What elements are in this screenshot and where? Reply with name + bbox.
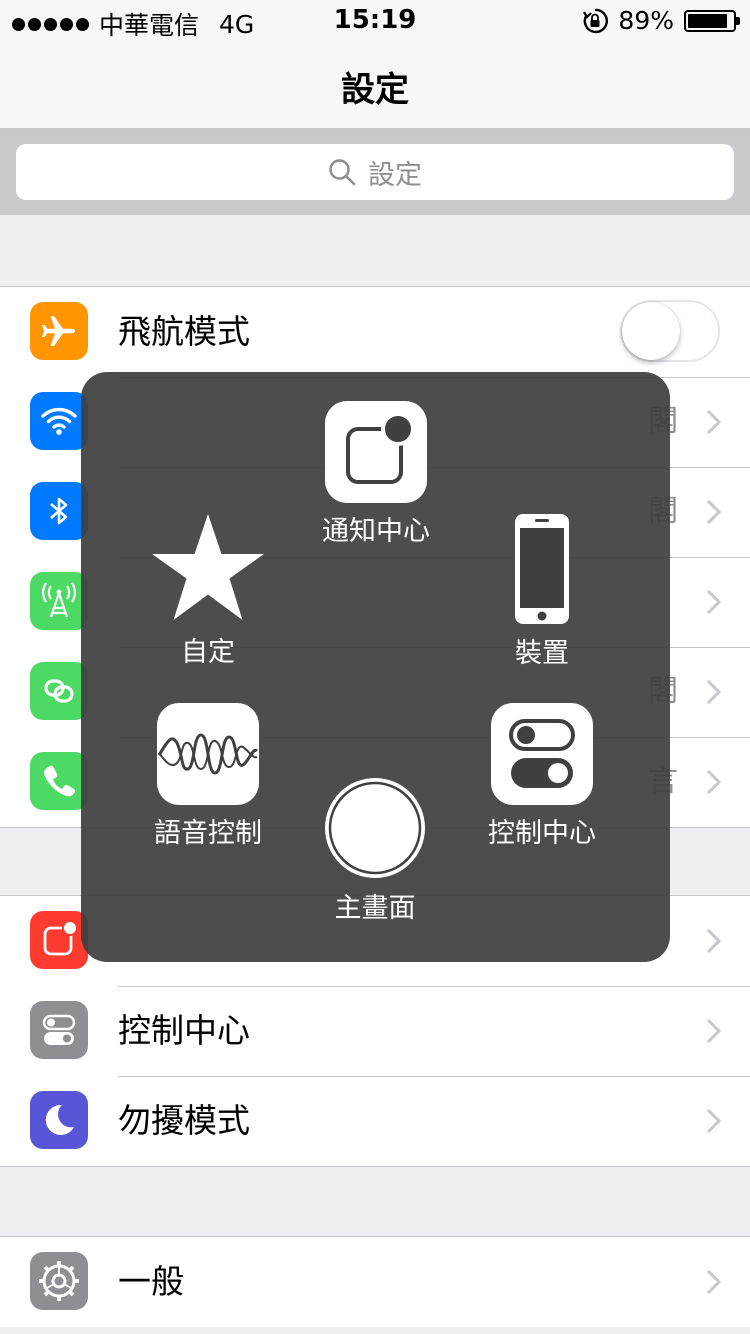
notifications-icon — [30, 911, 88, 969]
settings-row-label: 一般 — [118, 1262, 184, 1301]
chevron-right-icon — [706, 1018, 722, 1044]
page-title: 設定 — [341, 70, 409, 110]
settings-row-control-center[interactable]: 控制中心 — [0, 986, 750, 1076]
voice-wave-icon — [157, 703, 259, 805]
control-center-icon — [491, 703, 593, 805]
settings-row-general[interactable]: 一般 — [0, 1237, 750, 1327]
search-area: 設定 — [0, 129, 750, 215]
at-label: 通知中心 — [322, 516, 430, 547]
general-group: 一般 — [0, 1236, 750, 1327]
at-custom-button[interactable]: 自定 — [136, 512, 280, 669]
at-label: 語音控制 — [154, 818, 262, 849]
top-bar: 中華電信 4G 15:19 89% 設定 — [0, 0, 750, 129]
chevron-right-icon — [706, 409, 722, 435]
hotspot-icon — [30, 662, 88, 720]
notification-center-icon — [325, 401, 427, 503]
device-icon — [515, 514, 569, 624]
chevron-right-icon — [706, 769, 722, 795]
at-label: 主畫面 — [334, 893, 416, 924]
at-label: 裝置 — [515, 638, 569, 669]
settings-screen: 中華電信 4G 15:19 89% 設定 設定 飛航模式 控制中心 勿擾模式 一… — [0, 0, 750, 1334]
search-icon — [329, 159, 356, 186]
chevron-right-icon — [706, 928, 722, 954]
star-icon — [152, 514, 264, 620]
airplane-mode-toggle[interactable] — [620, 300, 720, 362]
bluetooth-icon — [30, 482, 88, 540]
assistive-touch-menu: 通知中心 自定 裝置 語音控制 控制中心 主畫面 — [81, 372, 670, 962]
search-input[interactable]: 設定 — [16, 144, 734, 200]
status-bar: 中華電信 4G 15:19 89% — [0, 0, 750, 40]
settings-row-label: 控制中心 — [118, 1011, 250, 1050]
at-control-center-button[interactable]: 控制中心 — [470, 703, 614, 850]
cellular-icon — [30, 572, 88, 630]
home-button-icon — [325, 778, 425, 878]
settings-row-do-not-disturb[interactable]: 勿擾模式 — [0, 1076, 750, 1166]
gear-icon — [30, 1252, 88, 1310]
settings-row-airplane[interactable]: 飛航模式 — [0, 287, 750, 377]
chevron-right-icon — [706, 589, 722, 615]
control-center-icon — [30, 1001, 88, 1059]
airplane-icon — [30, 302, 88, 360]
battery-percent: 89% — [618, 6, 674, 35]
battery-icon — [684, 9, 740, 32]
rotation-lock-icon — [583, 8, 609, 33]
settings-row-label: 飛航模式 — [118, 312, 250, 351]
chevron-right-icon — [706, 1269, 722, 1295]
at-device-button[interactable]: 裝置 — [470, 513, 614, 670]
phone-icon — [30, 752, 88, 810]
chevron-right-icon — [706, 679, 722, 705]
at-home-button[interactable]: 主畫面 — [303, 776, 447, 925]
at-notification-center-button[interactable]: 通知中心 — [304, 401, 448, 548]
settings-row-label: 勿擾模式 — [118, 1101, 250, 1140]
at-label: 自定 — [181, 637, 235, 668]
wifi-icon — [30, 392, 88, 450]
chevron-right-icon — [706, 499, 722, 525]
moon-icon — [30, 1091, 88, 1149]
search-placeholder: 設定 — [368, 159, 422, 191]
at-label: 控制中心 — [488, 818, 596, 849]
chevron-right-icon — [706, 1108, 722, 1134]
at-siri-button[interactable]: 語音控制 — [136, 703, 280, 850]
